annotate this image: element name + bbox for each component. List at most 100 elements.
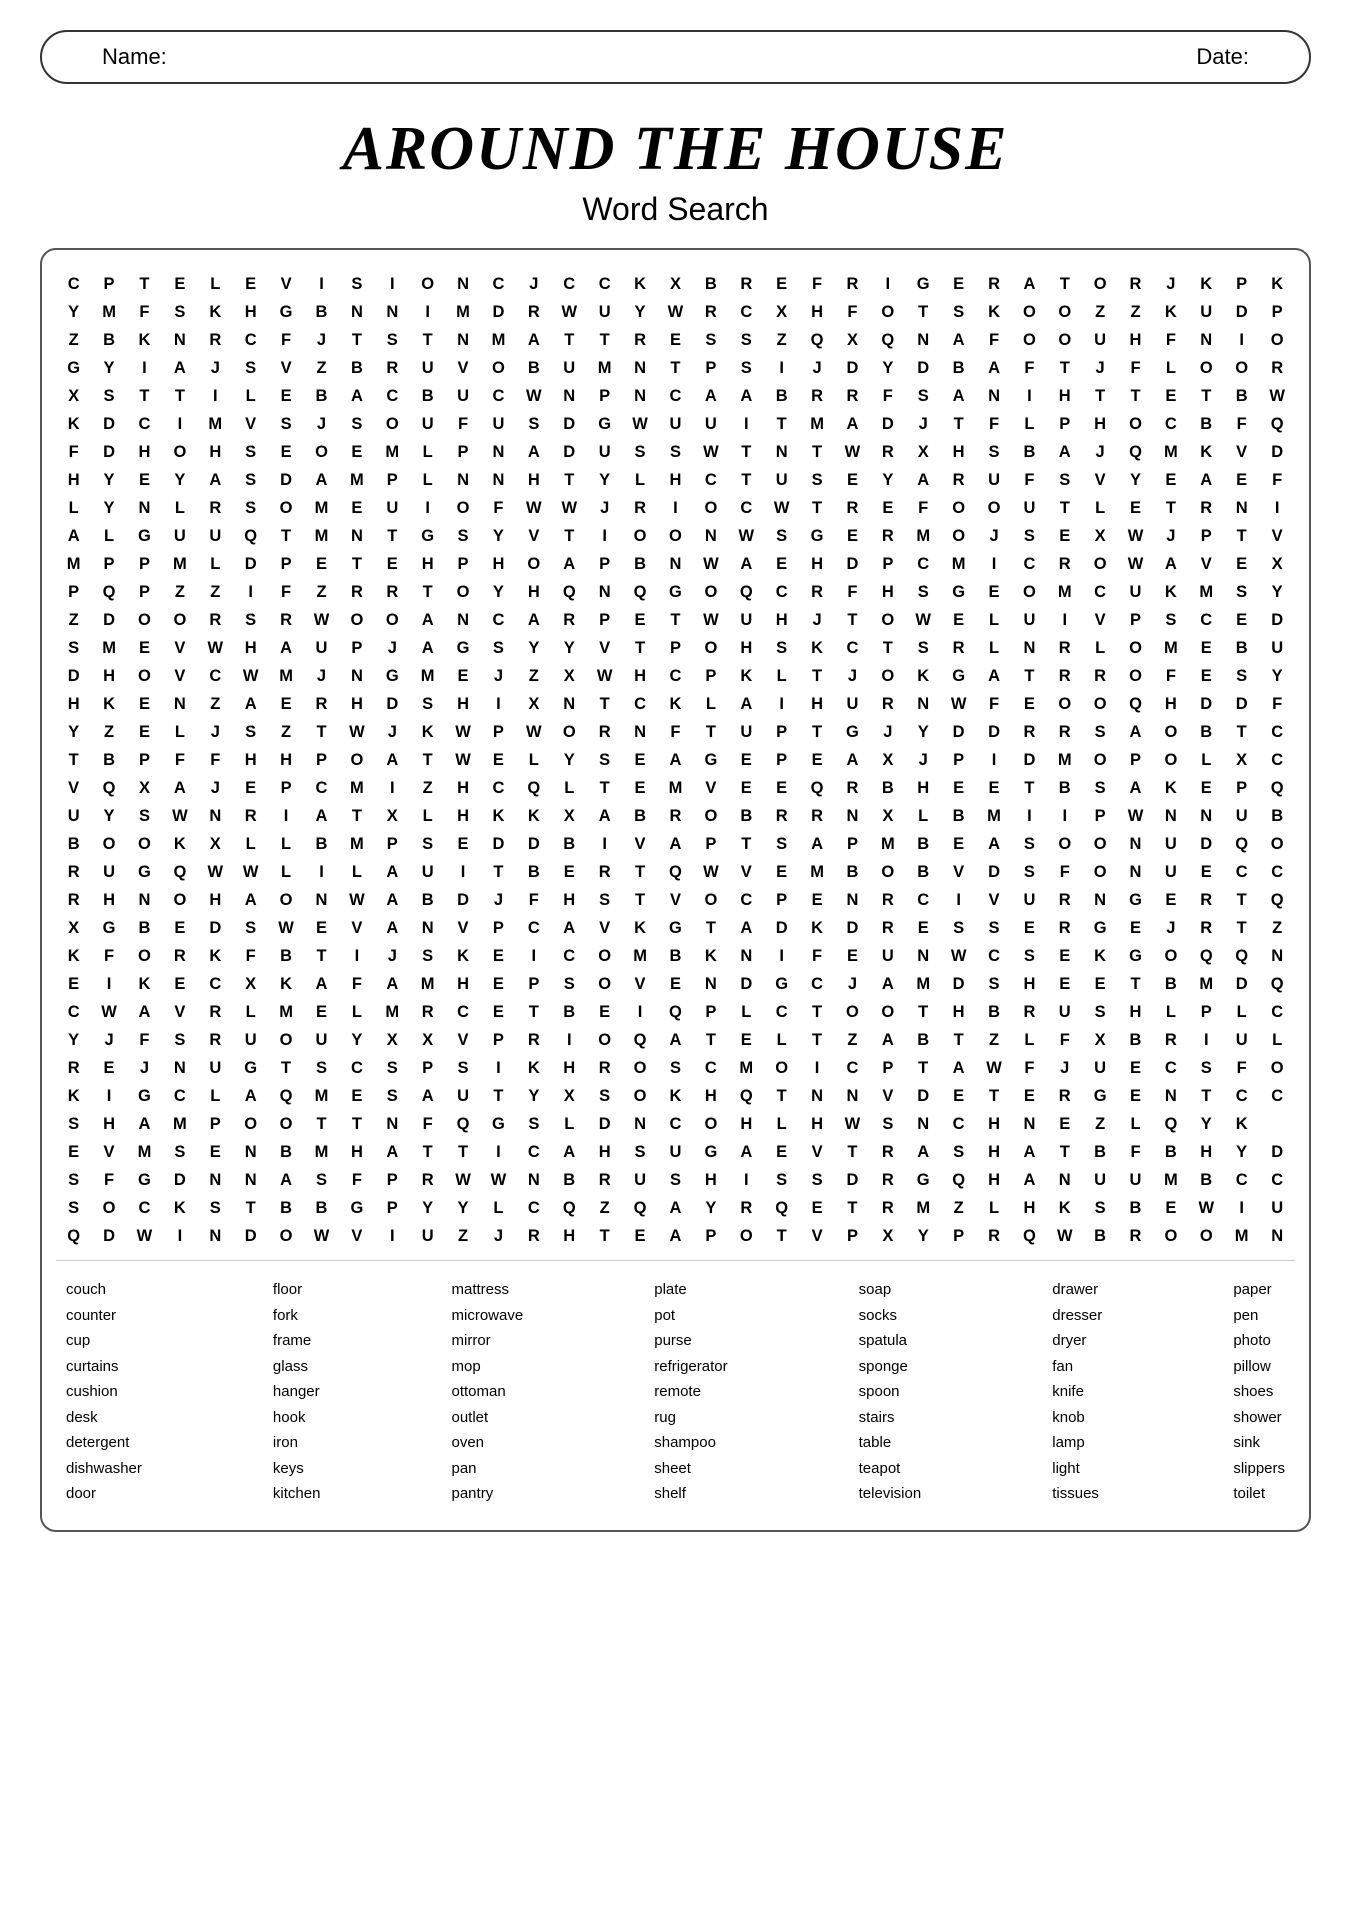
- grid-cell: Y: [410, 1194, 445, 1222]
- grid-cell: R: [870, 522, 905, 550]
- grid-cell: P: [1118, 606, 1153, 634]
- grid-cell: Y: [622, 298, 657, 326]
- grid-cell: I: [552, 1026, 587, 1054]
- grid-cell: C: [1259, 1166, 1295, 1194]
- grid-cell: K: [268, 970, 303, 998]
- grid-cell: T: [799, 662, 834, 690]
- grid-cell: K: [481, 802, 516, 830]
- grid-cell: V: [162, 998, 197, 1026]
- grid-cell: U: [552, 354, 587, 382]
- grid-cell: E: [976, 578, 1011, 606]
- grid-cell: O: [233, 1110, 268, 1138]
- grid-cell: A: [375, 858, 410, 886]
- grid-cell: L: [1118, 1110, 1153, 1138]
- word-item: hanger: [273, 1381, 321, 1404]
- grid-cell: E: [729, 746, 764, 774]
- grid-cell: I: [339, 942, 374, 970]
- grid-cell: F: [835, 578, 870, 606]
- grid-cell: R: [552, 606, 587, 634]
- word-item: cushion: [66, 1381, 142, 1404]
- grid-cell: H: [516, 578, 551, 606]
- grid-cell: R: [198, 494, 233, 522]
- grid-cell: E: [339, 494, 374, 522]
- grid-cell: G: [658, 578, 693, 606]
- grid-cell: P: [764, 886, 799, 914]
- grid-cell: H: [976, 1110, 1011, 1138]
- grid-cell: S: [233, 466, 268, 494]
- grid-cell: E: [658, 326, 693, 354]
- grid-cell: C: [162, 1082, 197, 1110]
- grid-cell: T: [693, 718, 728, 746]
- grid-cell: B: [941, 354, 976, 382]
- grid-cell: C: [481, 270, 516, 298]
- grid-cell: O: [268, 1110, 303, 1138]
- grid-cell: H: [91, 662, 126, 690]
- grid-cell: M: [1189, 578, 1224, 606]
- grid-cell: Q: [445, 1110, 480, 1138]
- grid-cell: W: [693, 606, 728, 634]
- grid-cell: U: [304, 1026, 339, 1054]
- grid-cell: C: [835, 1054, 870, 1082]
- grid-cell: O: [1082, 830, 1117, 858]
- grid-cell: V: [56, 774, 91, 802]
- grid-cell: U: [56, 802, 91, 830]
- grid-cell: J: [198, 774, 233, 802]
- grid-cell: R: [375, 578, 410, 606]
- grid-cell: V: [1189, 550, 1224, 578]
- word-column: soapsocksspatulaspongespoonstairstablete…: [859, 1279, 922, 1506]
- grid-cell: Q: [1118, 438, 1153, 466]
- grid-cell: O: [870, 606, 905, 634]
- grid-cell: A: [552, 1138, 587, 1166]
- word-item: pillow: [1233, 1356, 1285, 1379]
- grid-cell: B: [56, 830, 91, 858]
- grid-cell: B: [1189, 1166, 1224, 1194]
- grid-cell: B: [764, 382, 799, 410]
- grid-cell: J: [870, 718, 905, 746]
- grid-cell: M: [481, 326, 516, 354]
- grid-cell: L: [1012, 410, 1047, 438]
- grid-cell: O: [1047, 326, 1082, 354]
- grid-cell: N: [445, 466, 480, 494]
- grid-cell: M: [127, 1138, 162, 1166]
- grid-cell: W: [516, 718, 551, 746]
- grid-cell: S: [56, 1194, 91, 1222]
- grid-cell: M: [410, 662, 445, 690]
- grid-cell: J: [976, 522, 1011, 550]
- grid-cell: M: [445, 298, 480, 326]
- grid-cell: T: [799, 1026, 834, 1054]
- grid-cell: F: [870, 382, 905, 410]
- grid-cell: O: [304, 438, 339, 466]
- grid-cell: R: [198, 998, 233, 1026]
- grid-cell: T: [268, 522, 303, 550]
- grid-cell: A: [268, 634, 303, 662]
- grid-cell: O: [1082, 550, 1117, 578]
- grid-cell: M: [799, 410, 834, 438]
- grid-cell: S: [1012, 830, 1047, 858]
- grid-cell: C: [764, 998, 799, 1026]
- grid-cell: E: [941, 606, 976, 634]
- grid-cell: R: [658, 802, 693, 830]
- grid-cell: E: [1224, 550, 1259, 578]
- grid-cell: P: [658, 634, 693, 662]
- grid-cell: M: [162, 1110, 197, 1138]
- word-item: mirror: [452, 1330, 524, 1353]
- grid-cell: R: [410, 998, 445, 1026]
- word-item: shampoo: [654, 1432, 727, 1455]
- grid-cell: A: [375, 1138, 410, 1166]
- grid-cell: R: [1047, 662, 1082, 690]
- grid-cell: A: [375, 886, 410, 914]
- word-item: shoes: [1233, 1381, 1285, 1404]
- grid-cell: B: [552, 830, 587, 858]
- grid-cell: B: [268, 1194, 303, 1222]
- grid-cell: R: [516, 298, 551, 326]
- grid-cell: E: [835, 522, 870, 550]
- grid-cell: M: [198, 410, 233, 438]
- grid-cell: Z: [1259, 914, 1295, 942]
- grid-cell: C: [481, 382, 516, 410]
- grid-cell: O: [693, 1110, 728, 1138]
- grid-cell: S: [764, 830, 799, 858]
- grid-cell: M: [375, 998, 410, 1026]
- grid-cell: O: [1189, 1222, 1224, 1250]
- grid-cell: O: [693, 886, 728, 914]
- word-item: slippers: [1233, 1458, 1285, 1481]
